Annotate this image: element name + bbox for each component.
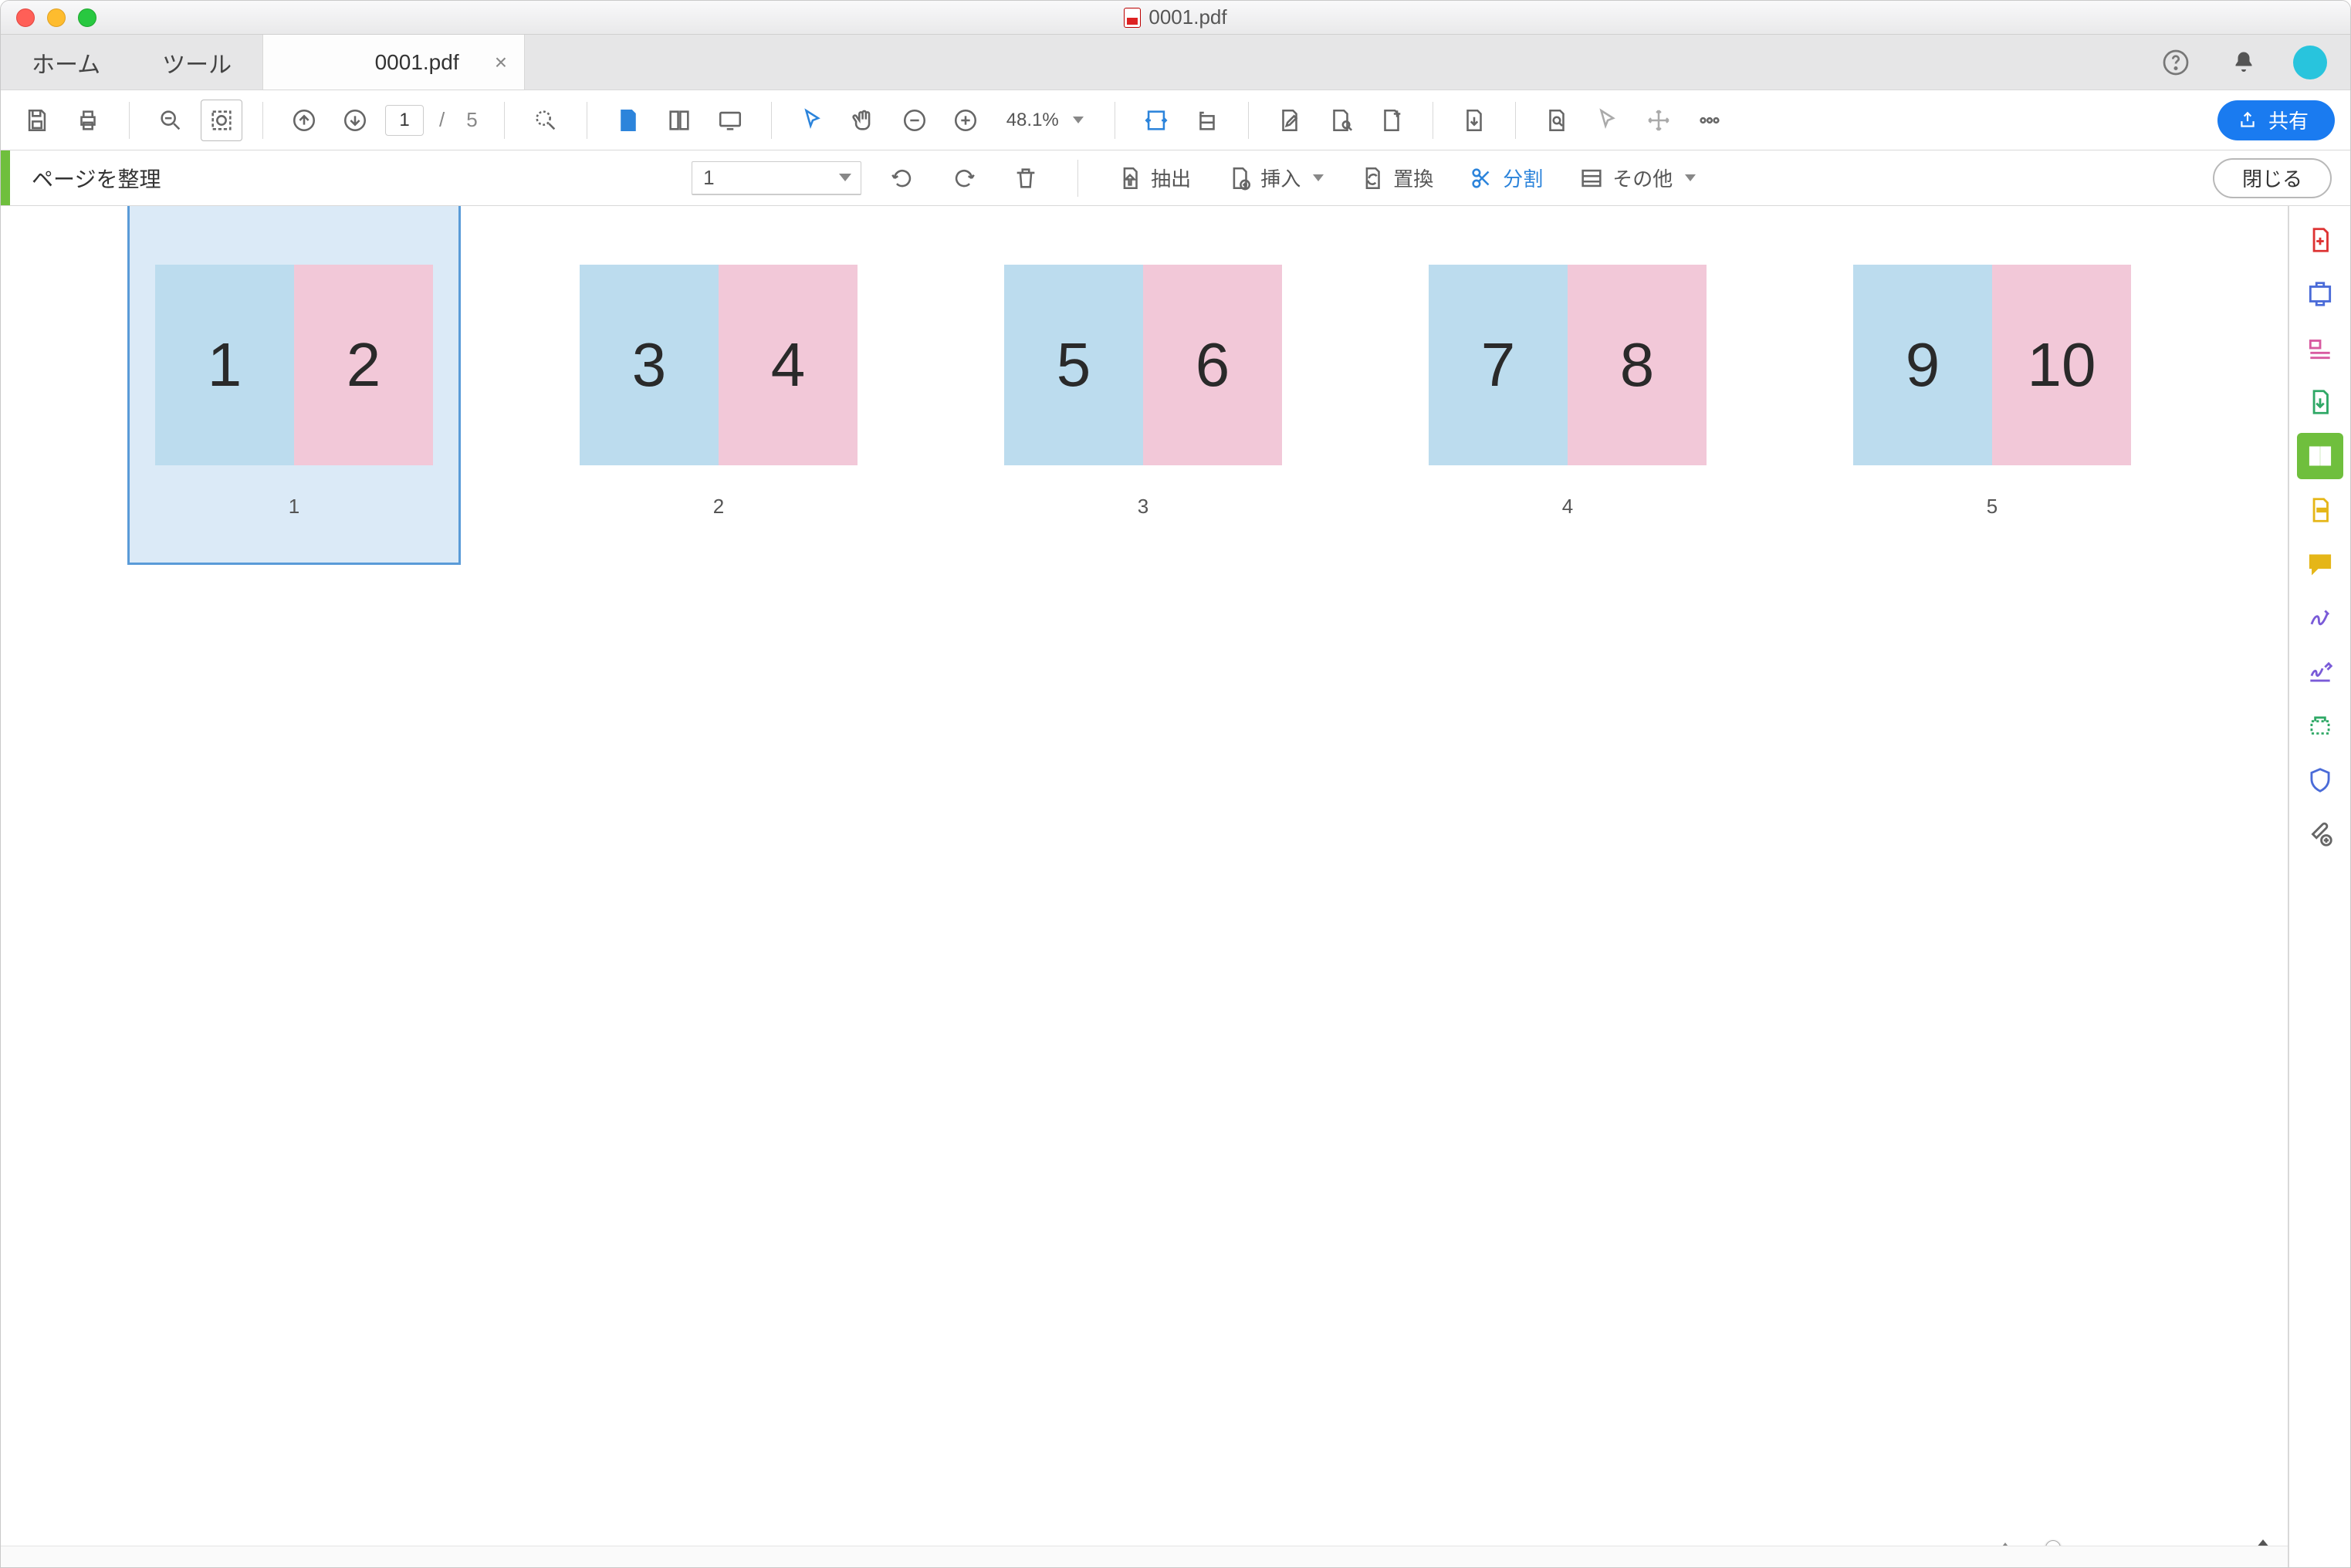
organize-accent-stripe: [1, 150, 10, 205]
thumb-index: 5: [1987, 495, 1998, 519]
crop-pages-button[interactable]: [1371, 100, 1412, 141]
two-page-view-button[interactable]: [658, 100, 700, 141]
thumb-index: 2: [713, 495, 724, 519]
window-titlebar: 0001.pdf: [1, 1, 2350, 35]
thumb-left-half: 1: [155, 265, 294, 465]
organize-pages-toolbar: ページを整理 1 抽出 挿入 置換 分割: [1, 150, 2350, 206]
thumb-right-half: 2: [294, 265, 433, 465]
share-label: 共有: [2268, 106, 2309, 134]
tab-strip: ホーム ツール 0001.pdf ×: [1, 35, 2350, 90]
page-thumbnail[interactable]: 121: [155, 265, 433, 519]
thumb-left-half: 3: [580, 265, 719, 465]
add-text-button[interactable]: [1320, 100, 1362, 141]
share-button[interactable]: 共有: [2217, 100, 2335, 140]
rail-protect-icon[interactable]: [2297, 757, 2343, 803]
window-title: 0001.pdf: [1148, 5, 1226, 29]
page-thumbnail[interactable]: 34 2: [580, 265, 858, 519]
thumb-right-half: 8: [1568, 265, 1707, 465]
page-number-input[interactable]: [385, 105, 424, 136]
page-thumbnail[interactable]: 56 3: [1004, 265, 1282, 519]
rotate-cw-button[interactable]: [943, 161, 985, 196]
page-up-button[interactable]: [283, 100, 325, 141]
page-total: 5: [466, 108, 477, 132]
thumb-index: 1: [289, 495, 299, 519]
rail-organize-pages-icon[interactable]: [2297, 433, 2343, 479]
zoom-out-button[interactable]: [894, 100, 935, 141]
thumb-right-half: 10: [1992, 265, 2131, 465]
insert-button[interactable]: 挿入: [1219, 159, 1331, 197]
thumb-left-half: 7: [1429, 265, 1568, 465]
rail-redact-icon[interactable]: [2297, 487, 2343, 533]
notifications-icon[interactable]: [2225, 44, 2262, 81]
find-button[interactable]: [525, 100, 567, 141]
extract-button[interactable]: 抽出: [1109, 159, 1199, 197]
thumb-left-half: 9: [1853, 265, 1992, 465]
edit-pdf-button[interactable]: [1269, 100, 1311, 141]
main-toolbar: / 5 48.1% 共有: [1, 90, 2350, 150]
delete-page-button[interactable]: [1005, 161, 1047, 196]
tab-home[interactable]: ホーム: [1, 35, 131, 90]
export-pdf-button[interactable]: [1453, 100, 1495, 141]
marquee-zoom-button[interactable]: [201, 100, 242, 141]
rotate-ccw-button[interactable]: [881, 161, 923, 196]
selection-tool-button[interactable]: [792, 100, 834, 141]
page-separator: /: [439, 108, 445, 132]
hand-tool-button[interactable]: [843, 100, 885, 141]
search-document-button[interactable]: [1536, 100, 1578, 141]
rail-fill-sign-icon[interactable]: [2297, 649, 2343, 695]
thumb-right-half: 4: [719, 265, 858, 465]
rail-comment-icon[interactable]: [2297, 541, 2343, 587]
print-button[interactable]: [67, 100, 109, 141]
window-zoom-button[interactable]: [78, 8, 96, 27]
pdf-file-icon: [1124, 8, 1141, 28]
rail-export-pdf-icon[interactable]: [2297, 271, 2343, 317]
rotate-view-button[interactable]: [1186, 100, 1228, 141]
page-thumbnail[interactable]: 910 5: [1853, 265, 2131, 519]
tab-close-icon[interactable]: ×: [495, 50, 507, 75]
rail-create-pdf-icon[interactable]: [2297, 217, 2343, 263]
window-minimize-button[interactable]: [47, 8, 66, 27]
page-down-button[interactable]: [334, 100, 376, 141]
account-avatar[interactable]: [2293, 46, 2327, 79]
organize-page-select[interactable]: 1: [692, 161, 861, 195]
fit-width-button[interactable]: [1135, 100, 1177, 141]
rail-edit-pdf-icon[interactable]: [2297, 325, 2343, 371]
page-thumbnail[interactable]: 78 4: [1429, 265, 1707, 519]
other-button[interactable]: その他: [1571, 159, 1703, 197]
split-button[interactable]: 分割: [1461, 159, 1551, 197]
rail-more-tools-icon[interactable]: [2297, 811, 2343, 857]
organize-pages-title: ページを整理: [10, 163, 182, 194]
thumb-index: 4: [1562, 495, 1573, 519]
rail-send-icon[interactable]: [2297, 703, 2343, 749]
replace-button[interactable]: 置換: [1351, 159, 1441, 197]
thumb-index: 3: [1138, 495, 1148, 519]
tab-tools[interactable]: ツール: [131, 35, 262, 90]
save-button[interactable]: [16, 100, 58, 141]
more-tools-button[interactable]: [1689, 100, 1730, 141]
single-page-view-button[interactable]: [607, 100, 649, 141]
zoom-out-magnifier-button[interactable]: [150, 100, 191, 141]
window-close-button[interactable]: [16, 8, 35, 27]
move-tool-button[interactable]: [1638, 100, 1680, 141]
tools-rail: [2288, 206, 2350, 1567]
select-cursor-button[interactable]: [1587, 100, 1629, 141]
help-icon[interactable]: [2157, 44, 2194, 81]
zoom-value: 48.1%: [1006, 110, 1059, 131]
page-thumbnail-canvas[interactable]: 1213425637849105: [1, 206, 2288, 1567]
organize-close-button[interactable]: 閉じる: [2213, 158, 2332, 198]
rail-combine-icon[interactable]: [2297, 379, 2343, 425]
thumb-right-half: 6: [1143, 265, 1282, 465]
tab-document-active[interactable]: 0001.pdf ×: [262, 35, 525, 90]
thumb-left-half: 5: [1004, 265, 1143, 465]
zoom-in-button[interactable]: [945, 100, 986, 141]
zoom-level-dropdown[interactable]: 48.1%: [996, 110, 1094, 131]
tab-document-label: 0001.pdf: [375, 50, 459, 75]
rail-sign-icon[interactable]: [2297, 595, 2343, 641]
horizontal-scrollbar[interactable]: [1, 1546, 2288, 1567]
read-mode-button[interactable]: [709, 100, 751, 141]
